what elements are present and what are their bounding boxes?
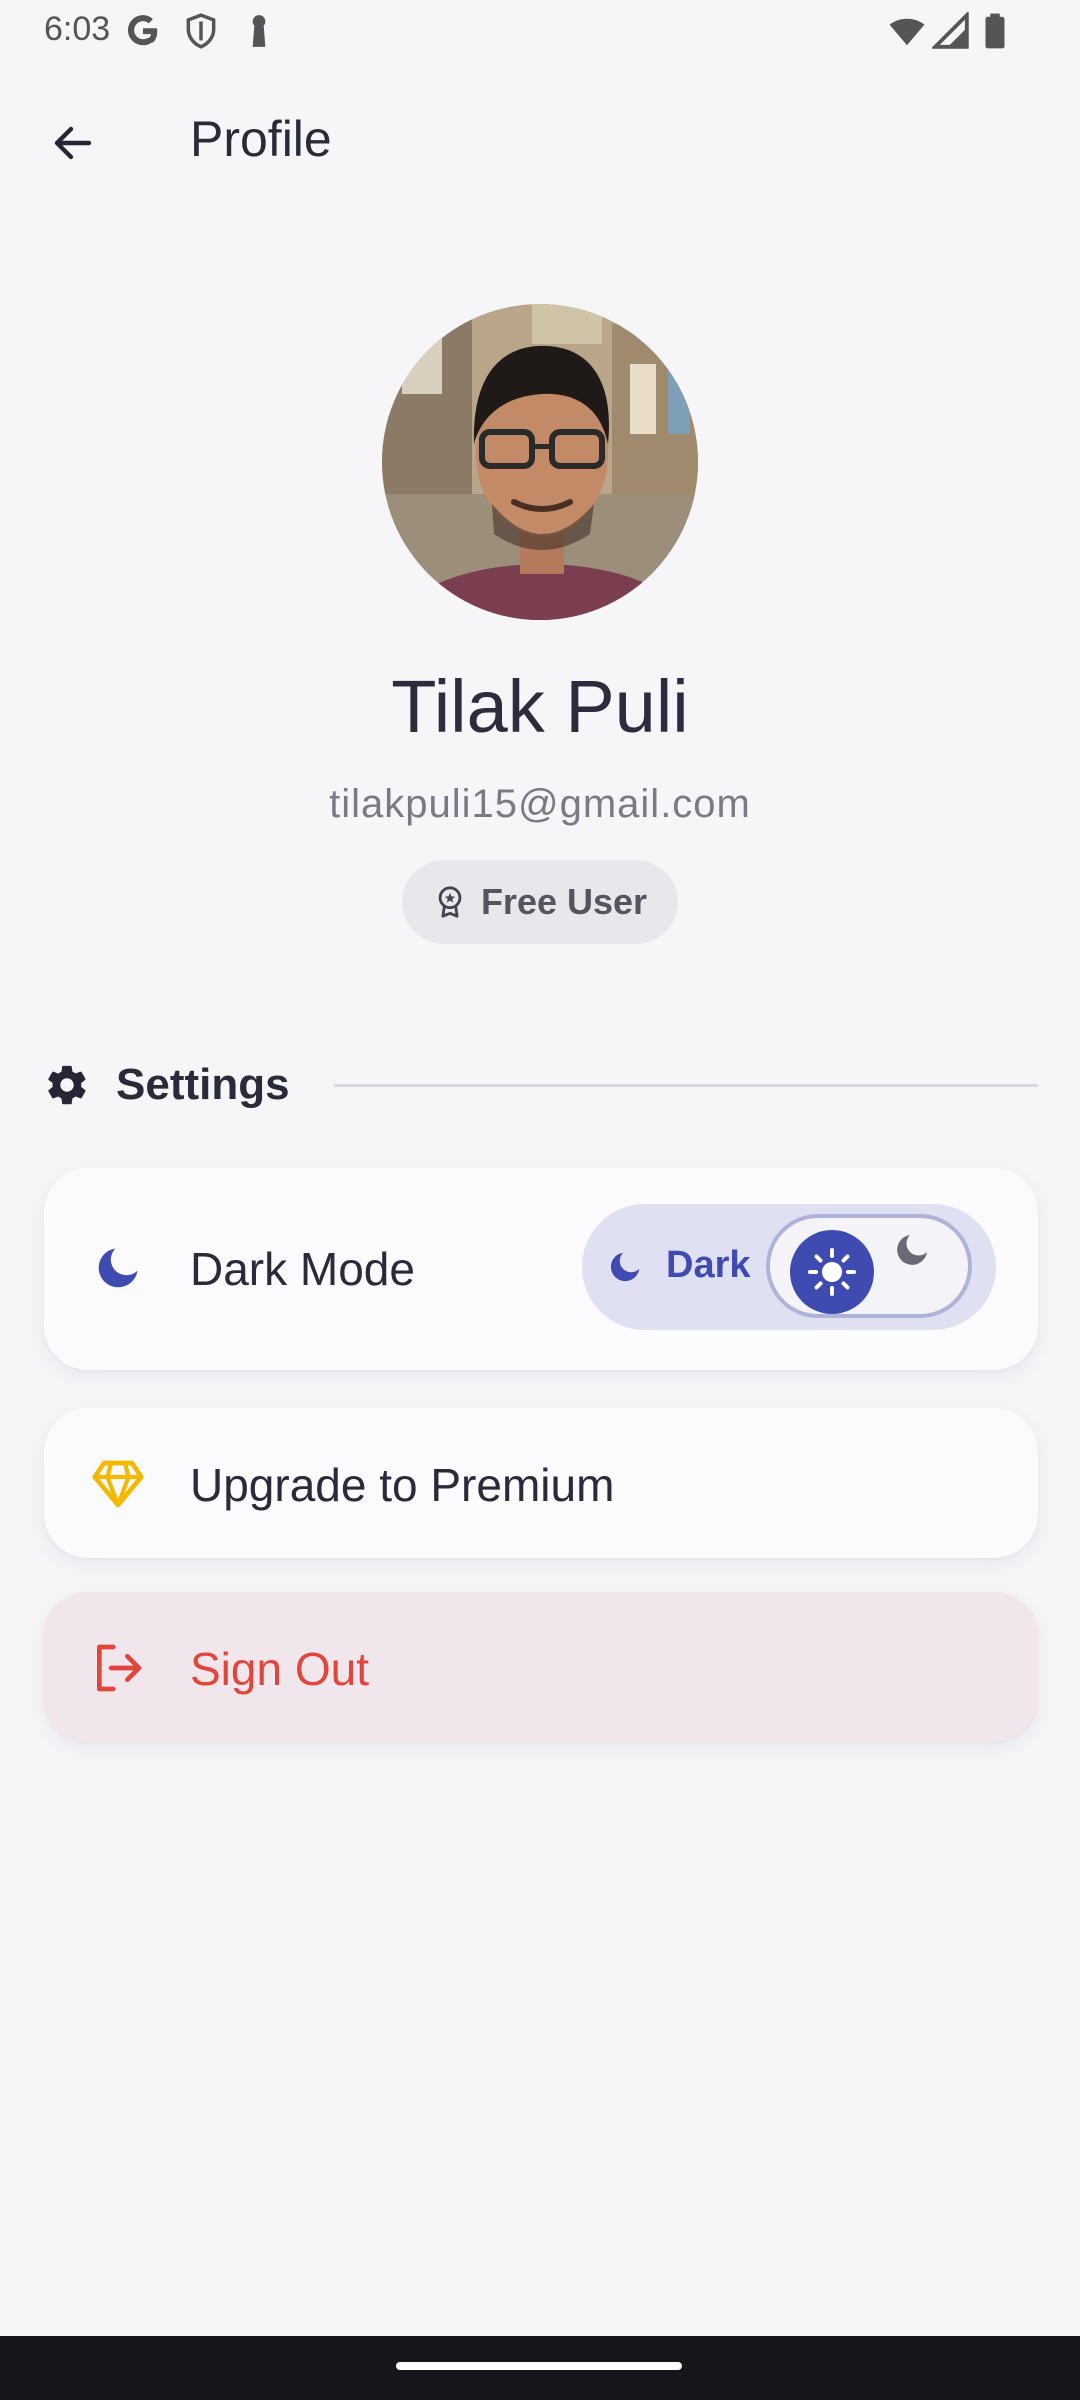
- user-name: Tilak Puli: [391, 665, 689, 748]
- dark-mode-toggle[interactable]: [766, 1214, 972, 1318]
- plan-badge: Free User: [402, 860, 678, 944]
- logout-icon: [97, 1644, 142, 1692]
- settings-title: Settings: [116, 1060, 290, 1109]
- upgrade-premium-card[interactable]: Upgrade to Premium: [44, 1408, 1038, 1558]
- keyhole-icon: [252, 15, 266, 47]
- toggle-thumb[interactable]: [790, 1230, 874, 1314]
- shield-icon: [186, 13, 216, 49]
- award-badge-icon: [438, 886, 462, 918]
- moon-icon: [98, 1248, 138, 1288]
- google-g-icon: [127, 15, 158, 46]
- battery-icon: [985, 13, 1005, 49]
- theme-switch-label: Dark: [666, 1244, 751, 1286]
- gear-icon: [48, 1065, 86, 1105]
- avatar: [382, 304, 698, 620]
- upgrade-premium-label: Upgrade to Premium: [190, 1459, 615, 1511]
- sun-icon: [808, 1248, 856, 1296]
- premium-icon-wrap: [88, 1454, 148, 1514]
- dark-mode-icon-wrap: [88, 1238, 148, 1298]
- wifi-icon: [889, 18, 925, 46]
- user-email: tilakpuli15@gmail.com: [329, 782, 751, 826]
- arrow-left-icon: [54, 126, 92, 160]
- back-button[interactable]: [36, 106, 110, 180]
- diamond-icon: [92, 1460, 144, 1508]
- moon-icon: [610, 1252, 640, 1282]
- moon-icon: [897, 1235, 927, 1265]
- app-bar: Profile: [0, 90, 1080, 186]
- home-gesture-handle[interactable]: [396, 2362, 682, 2370]
- dark-mode-card: Dark Mode Dark: [44, 1168, 1038, 1370]
- system-nav-bar: [0, 2336, 1080, 2400]
- status-bar: 6:03: [0, 0, 1080, 62]
- page-title: Profile: [190, 111, 332, 167]
- settings-section-header: Settings: [44, 1052, 1038, 1120]
- sign-out-card[interactable]: Sign Out: [44, 1592, 1038, 1742]
- status-time: 6:03: [44, 10, 111, 48]
- avatar-photo: [382, 304, 698, 620]
- theme-switch[interactable]: Dark: [582, 1204, 996, 1330]
- sign-out-icon-wrap: [88, 1638, 148, 1698]
- section-divider: [334, 1084, 1038, 1087]
- sign-out-label: Sign Out: [190, 1643, 369, 1695]
- plan-badge-label: Free User: [480, 881, 648, 922]
- dark-mode-label: Dark Mode: [190, 1243, 415, 1295]
- cell-signal-icon: [932, 12, 969, 49]
